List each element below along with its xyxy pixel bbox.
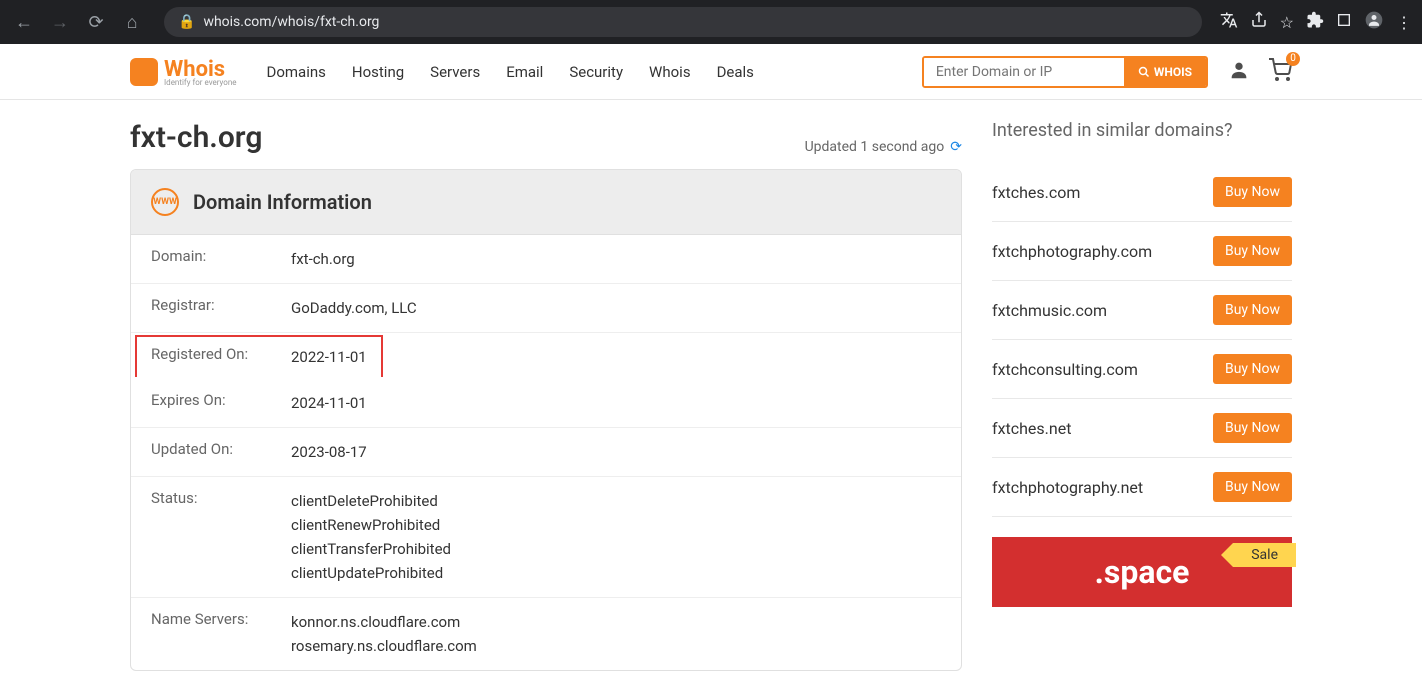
row-domain: Domain: fxt-ch.org	[131, 235, 961, 284]
sale-tag: Sale	[1233, 543, 1296, 567]
row-nameservers: Name Servers: konnor.ns.cloudflare.com r…	[131, 598, 961, 670]
row-updated: Updated On: 2023-08-17	[131, 428, 961, 477]
status-1: clientDeleteProhibited	[291, 489, 451, 513]
status-4: clientUpdateProhibited	[291, 561, 451, 585]
similar-domain-row: fxtchphotography.net Buy Now	[992, 458, 1292, 517]
ns-1: konnor.ns.cloudflare.com	[291, 610, 477, 634]
buy-button[interactable]: Buy Now	[1213, 295, 1292, 325]
row-status: Status: clientDeleteProhibited clientRen…	[131, 477, 961, 598]
buy-button[interactable]: Buy Now	[1213, 413, 1292, 443]
similar-domain-row: fxtchmusic.com Buy Now	[992, 281, 1292, 340]
window-icon[interactable]	[1336, 12, 1352, 32]
lock-icon: 🔒	[178, 14, 195, 30]
buy-button[interactable]: Buy Now	[1213, 236, 1292, 266]
search-button[interactable]: WHOIS	[1124, 58, 1206, 86]
label-registrar: Registrar:	[151, 296, 291, 320]
logo-mark	[130, 58, 158, 86]
search-box: WHOIS	[922, 56, 1208, 88]
back-button[interactable]: ←	[10, 8, 38, 36]
search-input[interactable]	[924, 58, 1124, 86]
page-title: fxt-ch.org	[130, 120, 262, 155]
row-registered: Registered On: 2022-11-01	[135, 335, 383, 377]
updated-text: Updated 1 second ago	[805, 139, 945, 155]
user-icon[interactable]	[1228, 59, 1250, 85]
value-registrar: GoDaddy.com, LLC	[291, 296, 417, 320]
nav-whois[interactable]: Whois	[649, 63, 691, 81]
nav-domains[interactable]: Domains	[267, 63, 326, 81]
similar-domain[interactable]: fxtches.net	[992, 419, 1071, 438]
cart-icon[interactable]: 0	[1268, 58, 1292, 86]
extensions-icon[interactable]	[1306, 11, 1324, 33]
nav-email[interactable]: Email	[506, 63, 543, 81]
ns-2: rosemary.ns.cloudflare.com	[291, 634, 477, 658]
refresh-icon[interactable]: ⟳	[950, 139, 962, 155]
similar-domain[interactable]: fxtchphotography.net	[992, 478, 1143, 497]
similar-domain-row: fxtches.net Buy Now	[992, 399, 1292, 458]
status-2: clientRenewProhibited	[291, 513, 451, 537]
share-icon[interactable]	[1250, 11, 1268, 33]
cart-badge: 0	[1286, 52, 1300, 66]
value-registered: 2022-11-01	[291, 345, 367, 369]
reload-button[interactable]: ⟳	[82, 8, 110, 36]
value-expires: 2024-11-01	[291, 391, 367, 415]
status-3: clientTransferProhibited	[291, 537, 451, 561]
star-icon[interactable]: ☆	[1280, 13, 1294, 32]
home-button[interactable]: ⌂	[118, 8, 146, 36]
logo-tagline: Identify for everyone	[164, 78, 237, 87]
promo-text: .space	[1095, 553, 1190, 591]
label-domain: Domain:	[151, 247, 291, 271]
logo[interactable]: Whois Identify for everyone	[130, 57, 237, 87]
value-domain: fxt-ch.org	[291, 247, 355, 271]
similar-domain[interactable]: fxtchconsulting.com	[992, 360, 1138, 379]
value-updated: 2023-08-17	[291, 440, 367, 464]
search-button-label: WHOIS	[1154, 65, 1192, 79]
nav-deals[interactable]: Deals	[717, 63, 754, 81]
similar-domain-row: fxtchphotography.com Buy Now	[992, 222, 1292, 281]
url-bar[interactable]: 🔒 whois.com/whois/fxt-ch.org	[164, 7, 1202, 37]
similar-domain-row: fxtchconsulting.com Buy Now	[992, 340, 1292, 399]
similar-domain[interactable]: fxtches.com	[992, 183, 1080, 202]
label-ns: Name Servers:	[151, 610, 291, 658]
main-nav: Domains Hosting Servers Email Security W…	[267, 63, 754, 81]
similar-domain-row: fxtches.com Buy Now	[992, 163, 1292, 222]
buy-button[interactable]: Buy Now	[1213, 472, 1292, 502]
value-ns: konnor.ns.cloudflare.com rosemary.ns.clo…	[291, 610, 477, 658]
browser-toolbar: ← → ⟳ ⌂ 🔒 whois.com/whois/fxt-ch.org ☆ ⋮	[0, 0, 1422, 44]
sidebar-title: Interested in similar domains?	[992, 120, 1292, 141]
row-expires: Expires On: 2024-11-01	[131, 379, 961, 428]
nav-hosting[interactable]: Hosting	[352, 63, 404, 81]
domain-info-panel: WWW Domain Information Domain: fxt-ch.or…	[130, 169, 962, 671]
label-status: Status:	[151, 489, 291, 585]
label-expires: Expires On:	[151, 391, 291, 415]
nav-servers[interactable]: Servers	[430, 63, 480, 81]
nav-security[interactable]: Security	[569, 63, 623, 81]
translate-icon[interactable]	[1220, 11, 1238, 33]
site-header: Whois Identify for everyone Domains Host…	[0, 44, 1422, 100]
forward-button[interactable]: →	[46, 8, 74, 36]
panel-title: Domain Information	[193, 190, 372, 214]
buy-button[interactable]: Buy Now	[1213, 177, 1292, 207]
row-registrar: Registrar: GoDaddy.com, LLC	[131, 284, 961, 333]
promo-banner[interactable]: Sale .space	[992, 537, 1292, 607]
label-updated: Updated On:	[151, 440, 291, 464]
www-icon: WWW	[151, 188, 179, 216]
value-status: clientDeleteProhibited clientRenewProhib…	[291, 489, 451, 585]
label-registered: Registered On:	[151, 345, 291, 369]
url-text: whois.com/whois/fxt-ch.org	[203, 14, 379, 30]
menu-icon[interactable]: ⋮	[1396, 13, 1412, 32]
buy-button[interactable]: Buy Now	[1213, 354, 1292, 384]
profile-icon[interactable]	[1364, 10, 1384, 34]
similar-domain[interactable]: fxtchmusic.com	[992, 301, 1107, 320]
similar-domain[interactable]: fxtchphotography.com	[992, 242, 1152, 261]
search-icon	[1138, 66, 1150, 78]
